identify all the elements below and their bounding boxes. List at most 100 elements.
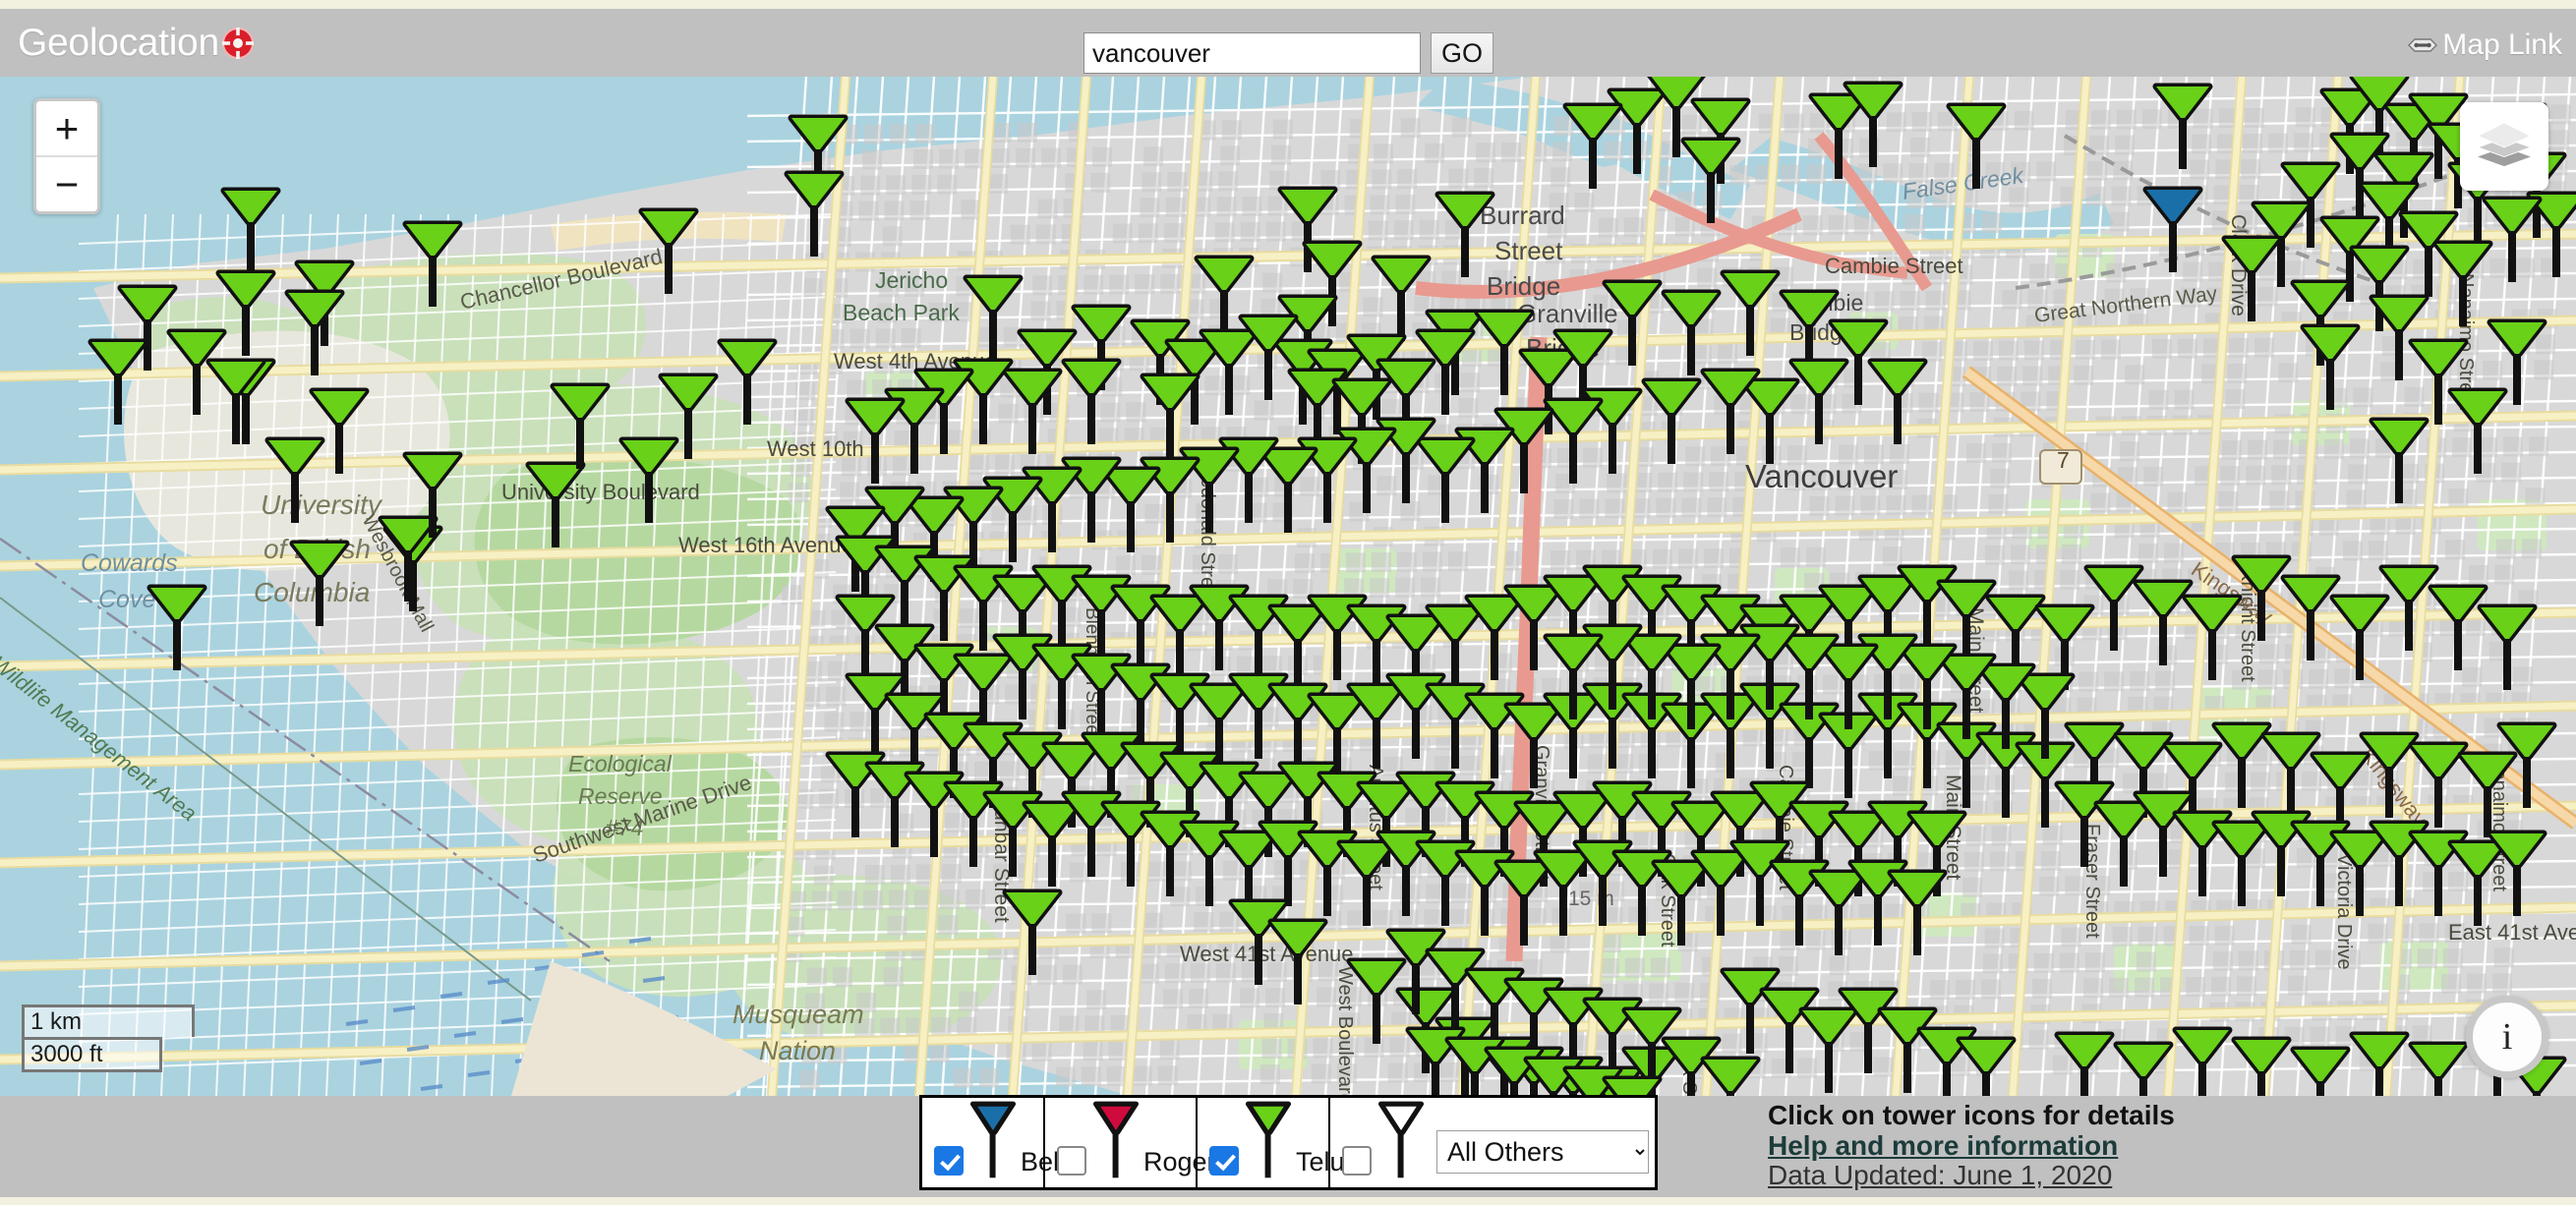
tower-marker[interactable] xyxy=(849,401,902,484)
tower-marker[interactable] xyxy=(2264,735,2317,818)
tower-marker[interactable] xyxy=(2481,607,2534,690)
tower-marker[interactable] xyxy=(1350,686,1403,769)
crosshair-target-icon[interactable] xyxy=(221,27,255,60)
tower-marker[interactable] xyxy=(2225,239,2278,321)
tower-marker[interactable] xyxy=(1694,853,1747,936)
tower-marker[interactable] xyxy=(1497,863,1551,946)
tower-marker[interactable] xyxy=(2451,391,2504,474)
tower-marker[interactable] xyxy=(2372,421,2426,503)
tower-marker[interactable] xyxy=(849,676,902,759)
carrier-checkbox-rogers[interactable] xyxy=(1057,1146,1086,1176)
zoom-in-button[interactable]: + xyxy=(36,101,97,155)
tower-marker[interactable] xyxy=(2412,1045,2465,1096)
tower-marker[interactable] xyxy=(2382,568,2435,651)
tower-marker[interactable] xyxy=(1468,598,1521,680)
data-updated-link[interactable]: Data Updated: June 1, 2020 xyxy=(1768,1161,2175,1191)
help-link[interactable]: Help and more information xyxy=(1768,1131,2175,1162)
tower-marker[interactable] xyxy=(642,211,695,294)
tower-marker[interactable] xyxy=(2412,342,2465,425)
tower-marker[interactable] xyxy=(1606,1079,1659,1096)
tower-marker[interactable] xyxy=(2215,725,2268,808)
tower-marker[interactable] xyxy=(1871,362,1924,444)
tower-marker[interactable] xyxy=(2176,1030,2229,1096)
tower-marker[interactable] xyxy=(2058,1035,2111,1096)
tower-marker[interactable] xyxy=(1547,401,1600,484)
tower-marker[interactable] xyxy=(1438,195,1492,277)
search-input[interactable] xyxy=(1083,32,1421,74)
tower-marker[interactable] xyxy=(2235,558,2288,641)
tower-marker[interactable] xyxy=(1202,332,1256,415)
tower-marker[interactable] xyxy=(1763,991,1816,1073)
tower-marker[interactable] xyxy=(1419,440,1472,523)
tower-marker[interactable] xyxy=(2436,244,2489,326)
tower-marker[interactable] xyxy=(1704,372,1757,454)
tower-marker[interactable] xyxy=(1684,141,1737,223)
tower-marker[interactable] xyxy=(1724,273,1777,356)
tower-marker[interactable] xyxy=(788,174,841,257)
zoom-out-button[interactable]: − xyxy=(36,155,97,211)
tower-marker[interactable] xyxy=(209,362,263,444)
tower-marker[interactable] xyxy=(1507,588,1560,670)
tower-marker[interactable] xyxy=(2284,578,2337,660)
tower-marker[interactable] xyxy=(2451,843,2504,926)
tower-marker[interactable] xyxy=(2146,190,2199,272)
layers-control-button[interactable] xyxy=(2460,102,2548,191)
tower-marker[interactable] xyxy=(2156,86,2209,169)
tower-marker[interactable] xyxy=(1340,843,1393,926)
tower-marker[interactable] xyxy=(966,278,1020,361)
tower-marker[interactable] xyxy=(1704,1060,1757,1096)
tower-marker[interactable] xyxy=(2333,598,2386,680)
tower-marker[interactable] xyxy=(1724,971,1777,1054)
tower-marker[interactable] xyxy=(1655,863,1708,946)
tower-marker[interactable] xyxy=(2215,824,2268,906)
tower-marker[interactable] xyxy=(268,440,322,523)
tower-marker[interactable] xyxy=(2412,745,2465,828)
tower-marker[interactable] xyxy=(2486,200,2539,282)
tower-marker[interactable] xyxy=(1271,922,1324,1004)
tower-marker[interactable] xyxy=(1960,1040,2013,1096)
others-carrier-select[interactable]: All OthersFreedomVideotronEastlinkSaskTe… xyxy=(1436,1130,1649,1174)
tower-marker[interactable] xyxy=(2235,1040,2288,1096)
tower-marker[interactable] xyxy=(1645,381,1698,464)
tower-marker[interactable] xyxy=(1025,804,1079,887)
tower-marker[interactable] xyxy=(2431,588,2485,670)
tower-marker[interactable] xyxy=(1665,293,1718,375)
tower-marker[interactable] xyxy=(381,519,435,602)
tower-marker[interactable] xyxy=(529,465,582,547)
tower-marker[interactable] xyxy=(288,293,341,375)
tower-marker[interactable] xyxy=(1733,843,1786,926)
tower-marker[interactable] xyxy=(224,191,277,273)
tower-marker[interactable] xyxy=(1743,381,1796,464)
tower-marker[interactable] xyxy=(2333,833,2386,916)
tower-marker[interactable] xyxy=(1950,106,2003,189)
tower-marker[interactable] xyxy=(1842,991,1895,1073)
tower-marker[interactable] xyxy=(1065,362,1118,444)
tower-marker[interactable] xyxy=(1812,96,1865,179)
tower-marker[interactable] xyxy=(1261,450,1315,533)
map-viewport[interactable]: Chancellor Boulevard Jericho Beach Park Wes… xyxy=(0,77,2576,1096)
carrier-checkbox-others[interactable] xyxy=(1342,1146,1372,1176)
tower-marker[interactable] xyxy=(1606,283,1659,366)
tower-marker[interactable] xyxy=(622,440,675,523)
tower-marker[interactable] xyxy=(1198,258,1251,341)
tower-marker[interactable] xyxy=(1375,258,1428,341)
tower-marker[interactable] xyxy=(91,342,145,425)
tower-marker[interactable] xyxy=(1566,106,1619,189)
tower-marker[interactable] xyxy=(1006,892,1059,975)
tower-marker[interactable] xyxy=(1104,470,1157,552)
carrier-checkbox-bell[interactable] xyxy=(934,1146,964,1176)
tower-marker[interactable] xyxy=(2137,583,2190,665)
tower-marker[interactable] xyxy=(1497,411,1551,493)
map-link-button[interactable]: Map Link xyxy=(2407,29,2562,62)
tower-marker[interactable] xyxy=(721,342,774,425)
tower-marker[interactable] xyxy=(219,273,272,356)
tower-marker[interactable] xyxy=(1891,873,1944,955)
go-button[interactable]: GO xyxy=(1431,32,1493,74)
tower-marker[interactable] xyxy=(2304,327,2357,410)
tower-marker[interactable] xyxy=(2490,833,2544,916)
tower-marker[interactable] xyxy=(554,386,607,469)
tower-marker[interactable] xyxy=(313,391,366,474)
info-button[interactable]: i xyxy=(2466,996,2548,1078)
tower-marker[interactable] xyxy=(293,544,346,626)
tower-marker[interactable] xyxy=(1812,873,1865,955)
